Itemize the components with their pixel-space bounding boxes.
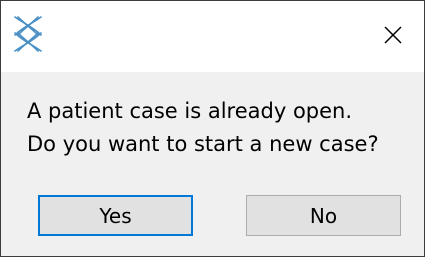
message-line-1: A patient case is already open. bbox=[27, 99, 353, 123]
close-icon bbox=[383, 25, 403, 49]
message-line-2: Do you want to start a new case? bbox=[27, 132, 379, 156]
yes-button[interactable]: Yes bbox=[38, 195, 193, 236]
app-logo-icon bbox=[13, 15, 43, 53]
no-button[interactable]: No bbox=[246, 195, 401, 236]
message-dialog: A patient case is already open. Do you w… bbox=[0, 0, 425, 257]
title-bar[interactable] bbox=[1, 1, 424, 72]
close-button[interactable] bbox=[362, 1, 424, 72]
dialog-message: A patient case is already open. Do you w… bbox=[27, 95, 417, 161]
dialog-content: A patient case is already open. Do you w… bbox=[1, 72, 424, 256]
